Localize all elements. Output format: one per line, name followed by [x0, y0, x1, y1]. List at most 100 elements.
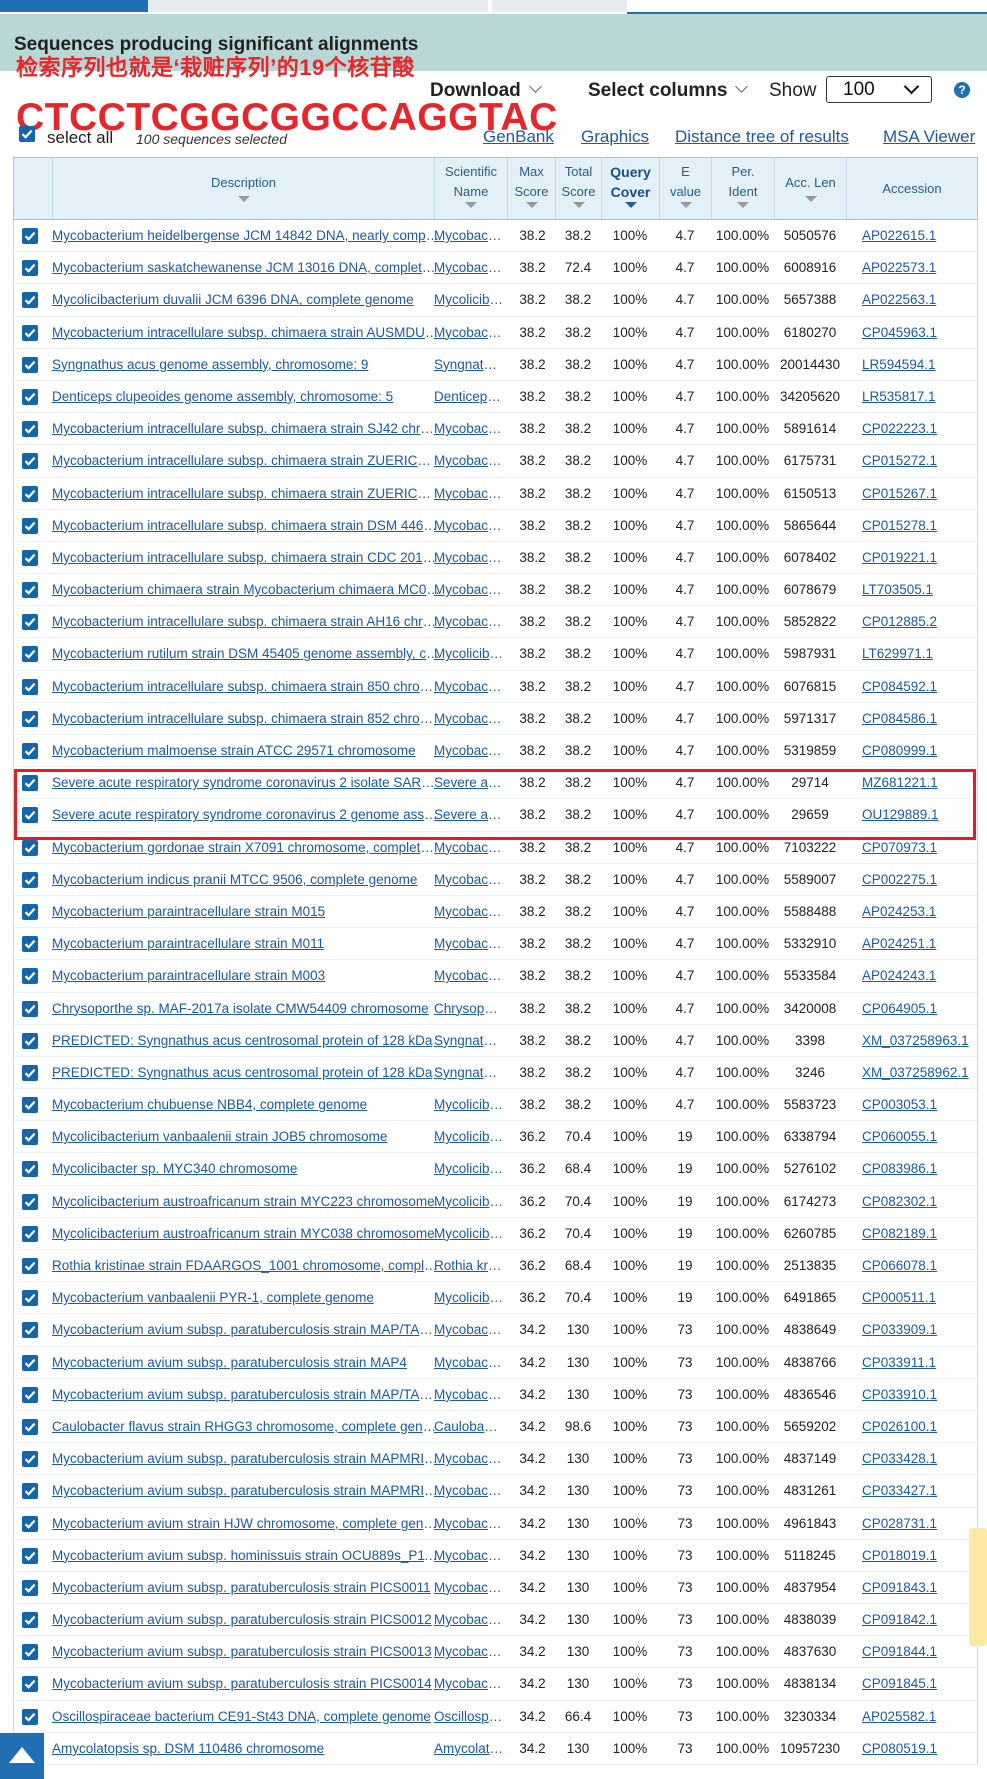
row-description-link[interactable]: Mycobacterium saskatchewanense JCM 13016…: [52, 252, 440, 284]
row-description-link[interactable]: Mycobacterium intracellulare subsp. chim…: [52, 510, 440, 542]
row-accession-link[interactable]: AP022615.1: [862, 220, 974, 252]
graphics-link[interactable]: Graphics: [581, 127, 649, 147]
row-description-link[interactable]: Mycolicibacterium austroafricanum strain…: [52, 1218, 440, 1250]
row-description-link[interactable]: Mycobacterium intracellulare subsp. chim…: [52, 317, 440, 349]
row-scientific-name-link[interactable]: Mycobacterium avium: [434, 1443, 504, 1475]
row-scientific-name-link[interactable]: Mycobacterium avium: [434, 1347, 504, 1379]
row-scientific-name-link[interactable]: Severe acute respiratory syndrome corona…: [434, 799, 504, 831]
select-all-label[interactable]: select all: [47, 128, 113, 148]
row-checkbox[interactable]: [22, 1000, 38, 1017]
row-description-link[interactable]: Mycolicibacterium austroafricanum strain…: [52, 1186, 440, 1218]
row-description-link[interactable]: Mycobacterium rutilum strain DSM 45405 g…: [52, 638, 440, 670]
row-description-link[interactable]: Mycobacterium avium subsp. paratuberculo…: [52, 1668, 440, 1700]
row-checkbox[interactable]: [22, 1612, 38, 1629]
header-scientific-name[interactable]: Scientific Name: [434, 158, 507, 219]
row-description-link[interactable]: Mycobacterium avium subsp. paratuberculo…: [52, 1379, 440, 1411]
row-scientific-name-link[interactable]: Mycobacterium indicus pranii: [434, 864, 504, 896]
row-scientific-name-link[interactable]: Mycobacterium heidelbergense: [434, 220, 504, 252]
row-checkbox[interactable]: [22, 936, 38, 953]
row-checkbox[interactable]: [22, 1258, 38, 1274]
row-description-link[interactable]: Oscillospiraceae bacterium CE91-St43 DNA…: [52, 1701, 440, 1733]
row-checkbox[interactable]: [22, 1579, 38, 1596]
row-description-link[interactable]: Severe acute respiratory syndrome corona…: [52, 799, 440, 831]
row-accession-link[interactable]: CP015278.1: [862, 510, 974, 542]
row-scientific-name-link[interactable]: Mycobacterium chimaera: [434, 574, 504, 606]
row-checkbox[interactable]: [22, 968, 38, 985]
row-checkbox[interactable]: [22, 485, 38, 502]
row-scientific-name-link[interactable]: Chrysoporthe sp. MAF-2017a: [434, 993, 504, 1025]
row-description-link[interactable]: Mycobacterium avium strain HJW chromosom…: [52, 1508, 440, 1540]
row-scientific-name-link[interactable]: Mycobacterium chimaera: [434, 445, 504, 477]
row-checkbox[interactable]: [22, 1193, 38, 1210]
row-accession-link[interactable]: CP091842.1: [862, 1604, 974, 1636]
row-accession-link[interactable]: CP028731.1: [862, 1508, 974, 1540]
row-scientific-name-link[interactable]: Mycobacterium chimaera: [434, 478, 504, 510]
row-description-link[interactable]: Rothia kristinae strain FDAARGOS_1001 ch…: [52, 1250, 440, 1282]
row-scientific-name-link[interactable]: Mycobacterium chimaera: [434, 317, 504, 349]
row-checkbox[interactable]: [22, 1644, 38, 1661]
row-checkbox[interactable]: [22, 1547, 38, 1564]
row-description-link[interactable]: Mycobacterium chubuense NBB4, complete g…: [52, 1089, 440, 1121]
row-description-link[interactable]: Mycobacterium intracellulare subsp. chim…: [52, 542, 440, 574]
row-scientific-name-link[interactable]: Mycobacterium avium: [434, 1604, 504, 1636]
row-accession-link[interactable]: AP022563.1: [862, 284, 974, 316]
row-description-link[interactable]: Amycolatopsis sp. DSM 110486 chromosome: [52, 1733, 440, 1765]
row-accession-link[interactable]: CP000511.1: [862, 1282, 974, 1314]
row-scientific-name-link[interactable]: Mycolicibacterium rutilum: [434, 638, 504, 670]
row-scientific-name-link[interactable]: Mycobacterium paraintracellulare: [434, 928, 504, 960]
row-accession-link[interactable]: AP022573.1: [862, 252, 974, 284]
row-description-link[interactable]: Mycobacterium intracellulare subsp. chim…: [52, 671, 440, 703]
header-per-ident[interactable]: Per. Ident: [711, 158, 774, 219]
row-scientific-name-link[interactable]: Mycobacterium chimaera: [434, 606, 504, 638]
row-accession-link[interactable]: OU129889.1: [862, 799, 974, 831]
row-scientific-name-link[interactable]: Mycobacterium chimaera: [434, 510, 504, 542]
row-scientific-name-link[interactable]: Rothia kristinae: [434, 1250, 504, 1282]
row-accession-link[interactable]: CP033910.1: [862, 1379, 974, 1411]
row-accession-link[interactable]: LR535817.1: [862, 381, 974, 413]
row-checkbox[interactable]: [22, 292, 38, 309]
row-scientific-name-link[interactable]: Mycobacterium avium: [434, 1540, 504, 1572]
row-checkbox[interactable]: [22, 678, 38, 695]
row-checkbox[interactable]: [22, 1676, 38, 1693]
row-accession-link[interactable]: XM_037258963.1: [862, 1025, 974, 1057]
row-accession-link[interactable]: CP082302.1: [862, 1186, 974, 1218]
row-scientific-name-link[interactable]: Mycobacterium avium: [434, 1379, 504, 1411]
row-scientific-name-link[interactable]: Mycolicibacterium austroafricanum: [434, 1186, 504, 1218]
show-count-select[interactable]: 100: [826, 76, 932, 103]
row-scientific-name-link[interactable]: Mycolicibacterium austroafricanum: [434, 1218, 504, 1250]
row-accession-link[interactable]: CP015272.1: [862, 445, 974, 477]
row-description-link[interactable]: Denticeps clupeoides genome assembly, ch…: [52, 381, 440, 413]
select-all-checkbox[interactable]: [19, 126, 35, 142]
row-accession-link[interactable]: CP060055.1: [862, 1121, 974, 1153]
row-accession-link[interactable]: CP026100.1: [862, 1411, 974, 1443]
row-scientific-name-link[interactable]: Mycobacterium chimaera: [434, 671, 504, 703]
row-checkbox[interactable]: [22, 1290, 38, 1307]
row-description-link[interactable]: PREDICTED: Syngnathus acus centrosomal p…: [52, 1025, 440, 1057]
tab-inactive-1[interactable]: [148, 0, 488, 12]
row-accession-link[interactable]: CP033909.1: [862, 1314, 974, 1346]
tab-inactive-2[interactable]: [492, 0, 627, 12]
genbank-link[interactable]: GenBank: [483, 127, 554, 147]
row-scientific-name-link[interactable]: Mycobacterium avium: [434, 1668, 504, 1700]
download-menu[interactable]: Download: [430, 80, 542, 102]
row-accession-link[interactable]: CP083986.1: [862, 1153, 974, 1185]
row-description-link[interactable]: Mycobacterium paraintracellulare strain …: [52, 960, 440, 992]
header-e-value[interactable]: Evalue: [659, 158, 711, 219]
msa-viewer-link[interactable]: MSA Viewer: [883, 127, 975, 147]
row-checkbox[interactable]: [22, 839, 38, 856]
row-checkbox[interactable]: [22, 1483, 38, 1500]
row-description-link[interactable]: Mycobacterium intracellulare subsp. chim…: [52, 606, 440, 638]
row-description-link[interactable]: Mycobacterium avium subsp. paratuberculo…: [52, 1604, 440, 1636]
row-description-link[interactable]: Mycolicibacterium vanbaalenii strain JOB…: [52, 1121, 440, 1153]
row-scientific-name-link[interactable]: Mycobacterium avium: [434, 1314, 504, 1346]
row-description-link[interactable]: Syngnathus acus genome assembly, chromos…: [52, 349, 440, 381]
row-description-link[interactable]: Mycobacterium avium subsp. paratuberculo…: [52, 1572, 440, 1604]
row-scientific-name-link[interactable]: Mycobacterium avium: [434, 1508, 504, 1540]
row-scientific-name-link[interactable]: Oscillospiraceae bacterium: [434, 1701, 504, 1733]
row-checkbox[interactable]: [22, 807, 38, 824]
row-description-link[interactable]: Mycobacterium intracellulare subsp. chim…: [52, 413, 440, 445]
row-accession-link[interactable]: XM_037258962.1: [862, 1057, 974, 1089]
row-checkbox[interactable]: [22, 775, 38, 792]
row-accession-link[interactable]: CP018019.1: [862, 1540, 974, 1572]
header-acc-len[interactable]: Acc. Len: [774, 158, 846, 219]
